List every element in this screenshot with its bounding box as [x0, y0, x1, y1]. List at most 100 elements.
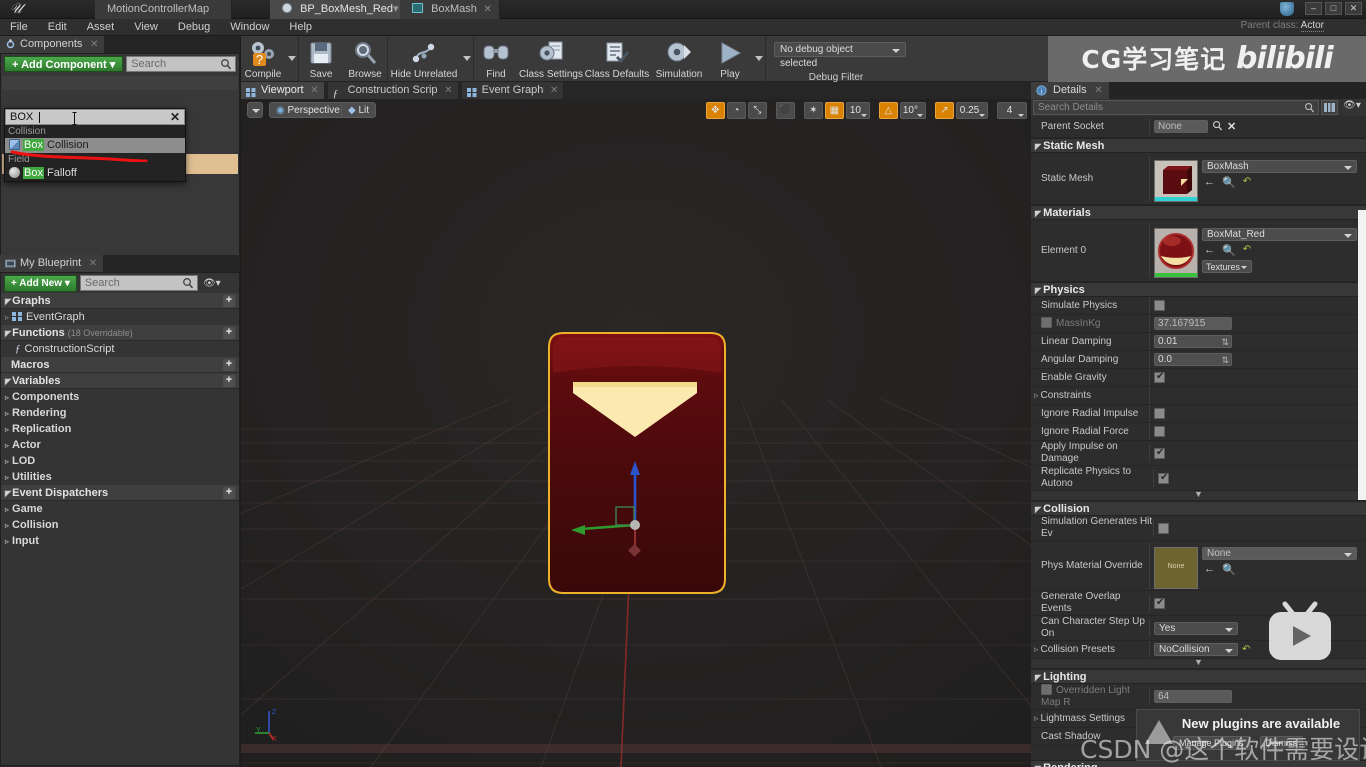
play-dropdown-arrow[interactable]	[752, 36, 765, 82]
section-lighting[interactable]: ◤ Lighting	[1031, 669, 1366, 684]
ignore-radial-force-checkbox[interactable]	[1154, 426, 1165, 437]
list-item-rendering[interactable]: ▹ Rendering	[1, 405, 239, 421]
maximize-button[interactable]: □	[1325, 2, 1342, 15]
tab-components[interactable]: Components ✕	[0, 36, 105, 53]
details-visibility-button[interactable]: 👁▾	[1340, 100, 1364, 115]
angular-damping-field[interactable]: 0.0 ⇅	[1154, 353, 1232, 366]
collision-presets-select[interactable]: NoCollision	[1154, 643, 1238, 656]
close-icon[interactable]: ✕	[550, 82, 558, 99]
list-item-collision[interactable]: ▹ Collision	[1, 517, 239, 533]
override-lightmap-checkbox[interactable]	[1041, 684, 1052, 695]
browse-icon[interactable]: 🔍	[1222, 563, 1236, 576]
parent-socket-value[interactable]: None	[1154, 120, 1208, 133]
add-new-button[interactable]: + Add New ▾	[4, 274, 77, 292]
find-button[interactable]: Find	[474, 36, 518, 82]
translate-mode-button[interactable]: ✥	[705, 102, 725, 119]
window-tab-motioncontrollermap[interactable]: MotionControllerMap	[95, 0, 233, 19]
menu-debug[interactable]: Debug	[168, 19, 220, 36]
parent-class-value[interactable]: Actor	[1300, 20, 1324, 32]
list-item-eventgraph[interactable]: ▹ EventGraph	[1, 309, 239, 325]
can-character-step-up-on-select[interactable]: Yes	[1154, 621, 1238, 635]
section-header-functions[interactable]: ◤Functions (18 Overridable) +	[1, 325, 239, 341]
viewport-options-button[interactable]	[247, 102, 263, 118]
minimize-button[interactable]: –	[1305, 2, 1322, 15]
window-tab-bp-boxmesh-red[interactable]: BP_BoxMesh_Red▾ ✕	[270, 0, 422, 19]
view-lit-button[interactable]: ◆ Lit	[341, 102, 377, 118]
class-defaults-button[interactable]: Class Defaults	[584, 36, 650, 82]
add-component-button[interactable]: + Add Component ▾	[4, 56, 124, 72]
spinner-icon[interactable]: ⇅	[1221, 354, 1229, 366]
section-physics[interactable]: ◤ Physics	[1031, 282, 1366, 297]
list-item-components[interactable]: ▹ Components	[1, 389, 239, 405]
save-button[interactable]: Save	[299, 36, 343, 82]
section-collision[interactable]: ◤ Collision	[1031, 501, 1366, 516]
list-item-replication[interactable]: ▹ Replication	[1, 421, 239, 437]
section-header-event-dispatchers[interactable]: ◤Event Dispatchers +	[1, 485, 239, 501]
component-list-row[interactable]	[2, 76, 238, 90]
reset-icon[interactable]: ↶	[1243, 244, 1251, 257]
replicate-physics-checkbox[interactable]	[1158, 472, 1169, 484]
dropdown-item-box-falloff[interactable]: Box Falloff	[5, 166, 185, 181]
play-button[interactable]: Play	[708, 36, 752, 82]
menu-edit[interactable]: Edit	[38, 19, 77, 36]
rotate-mode-button[interactable]: ◔	[726, 102, 746, 119]
add-variable-button[interactable]: +	[223, 375, 235, 387]
simulate-physics-checkbox[interactable]	[1154, 300, 1165, 311]
grid-size-value[interactable]: 10	[845, 102, 870, 119]
tab-details[interactable]: i Details ✕	[1031, 82, 1109, 99]
apply-impulse-on-damage-checkbox[interactable]	[1154, 447, 1165, 459]
boxmat-thumb[interactable]	[1154, 227, 1198, 278]
details-column-view-button[interactable]	[1321, 100, 1338, 115]
textures-button[interactable]: Textures	[1202, 259, 1252, 273]
close-icon[interactable]: ✕	[310, 82, 318, 99]
spinner-icon[interactable]: ⇅	[1221, 336, 1229, 348]
physics-show-more-button[interactable]: ▼	[1031, 490, 1366, 501]
add-macro-button[interactable]: +	[223, 359, 235, 371]
browse-icon[interactable]: 🔍	[1222, 244, 1236, 257]
reset-icon[interactable]: ↶	[1243, 176, 1251, 189]
view-perspective-button[interactable]: ◉ Perspective	[269, 102, 347, 118]
clear-icon[interactable]: ✕	[170, 110, 180, 125]
add-component-dropdown[interactable]: BOX ✕ Collision Box Collision Field Box …	[4, 108, 186, 182]
menu-window[interactable]: Window	[220, 19, 279, 36]
window-tab-boxmash[interactable]: BoxMash ✕	[400, 0, 500, 19]
tab-viewport[interactable]: Viewport ✕	[241, 82, 325, 99]
linear-damping-field[interactable]: 0.01 ⇅	[1154, 335, 1232, 348]
tab-event-graph[interactable]: Event Graph ✕	[461, 82, 565, 99]
grid-snap-button[interactable]: ▦	[824, 102, 844, 119]
list-item-input[interactable]: ▹ Input	[1, 533, 239, 549]
list-item-actor[interactable]: ▹ Actor	[1, 437, 239, 453]
components-search-input[interactable]: Search	[126, 56, 236, 72]
angle-size-value[interactable]: 10°	[899, 102, 926, 119]
class-settings-button[interactable]: Class Settings	[518, 36, 584, 82]
close-button[interactable]: ✕	[1345, 2, 1362, 15]
add-function-button[interactable]: +	[223, 327, 235, 339]
hide-unrelated-button[interactable]: Hide Unrelated	[388, 36, 460, 82]
visibility-filter-button[interactable]: 👁▾	[201, 278, 223, 289]
material-select[interactable]: BoxMat_Red	[1202, 227, 1357, 241]
details-scrollbar[interactable]	[1358, 210, 1366, 500]
row-constraints[interactable]: Constraints	[1031, 387, 1366, 405]
scale-size-value[interactable]: 0.25	[956, 102, 988, 119]
ignore-radial-impulse-checkbox[interactable]	[1154, 408, 1165, 419]
world-space-toggle-button[interactable]: ⬛	[775, 102, 795, 119]
viewport[interactable]: ◉ Perspective ◆ Lit ✥ ◔ ⤡ ⬛ ✶ ▦ 10 △ 10°	[241, 99, 1031, 767]
reset-icon[interactable]: ↶	[1242, 644, 1250, 655]
section-materials[interactable]: ◤ Materials	[1031, 205, 1366, 220]
add-event-dispatcher-button[interactable]: +	[223, 487, 235, 499]
debug-object-select[interactable]: No debug object selected	[774, 42, 906, 69]
simulation-generates-hit-events-checkbox[interactable]	[1158, 522, 1169, 534]
enable-gravity-checkbox[interactable]	[1154, 371, 1165, 383]
compile-button[interactable]: ? Compile	[241, 36, 285, 82]
close-icon[interactable]: ✕	[1094, 82, 1102, 99]
mass-override-checkbox[interactable]	[1041, 317, 1052, 328]
none-thumb[interactable]: None	[1154, 546, 1198, 589]
surface-snap-button[interactable]: ✶	[803, 102, 823, 119]
hide-unrelated-dropdown-arrow[interactable]	[460, 36, 473, 82]
compile-dropdown-arrow[interactable]	[285, 36, 298, 82]
boxmesh-thumb[interactable]	[1154, 159, 1198, 202]
close-icon[interactable]: ✕	[484, 0, 492, 19]
clear-icon[interactable]: ✕	[1227, 120, 1236, 133]
scale-snap-button[interactable]: ↗	[935, 102, 954, 119]
my-blueprint-search-input[interactable]: Search	[79, 275, 198, 291]
